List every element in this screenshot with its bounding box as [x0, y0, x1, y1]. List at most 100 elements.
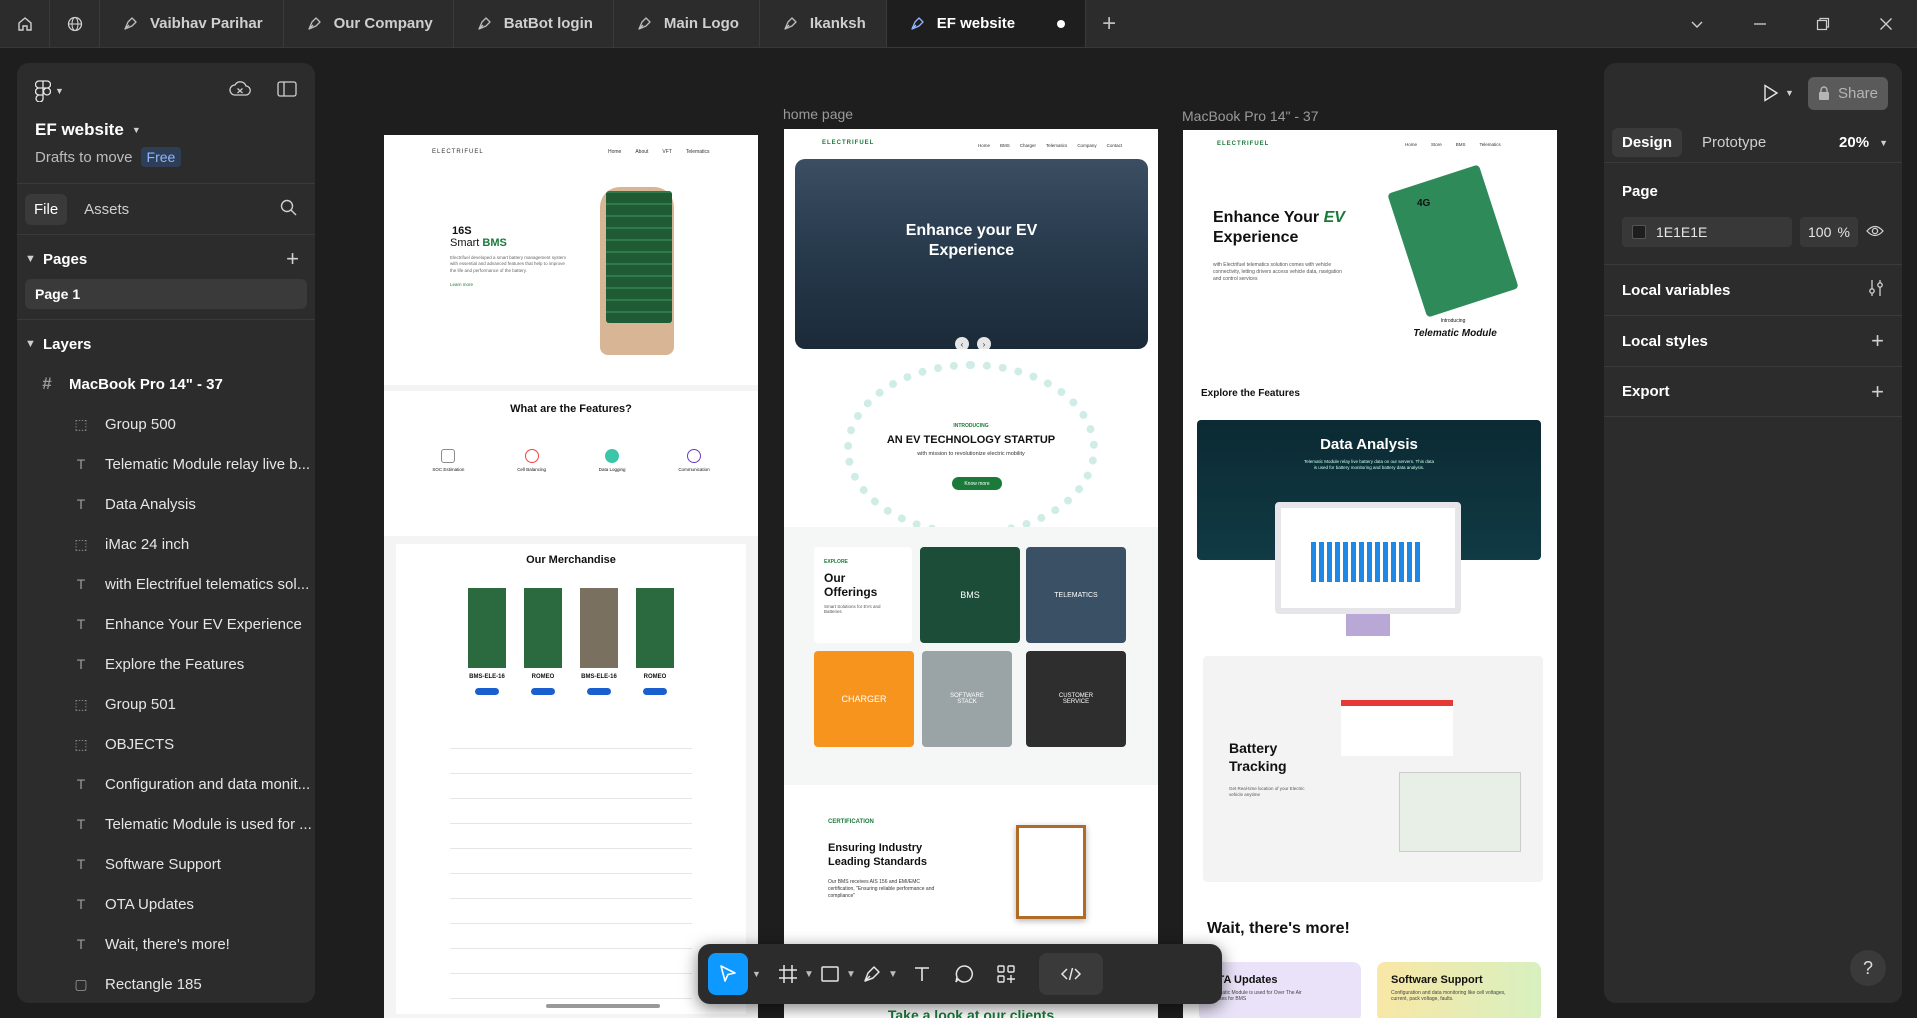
- artboard-bms[interactable]: ELECTRIFUEL Home About VFT Telematics 16…: [384, 135, 758, 1018]
- nav-menu: Home Store BMS Telematics: [1405, 142, 1501, 147]
- nav-item: VFT: [662, 149, 672, 155]
- carousel-prev-icon[interactable]: ‹: [955, 337, 969, 349]
- tab-assets[interactable]: Assets: [75, 194, 138, 225]
- carousel-next-icon[interactable]: ›: [977, 337, 991, 349]
- text-tool[interactable]: [903, 953, 941, 995]
- tab-file[interactable]: File: [25, 193, 68, 225]
- layer-item[interactable]: T Wait, there's more!: [17, 924, 315, 964]
- layer-item[interactable]: T Explore the Features: [17, 644, 315, 684]
- background-color-field[interactable]: 1E1E1E: [1622, 217, 1792, 247]
- card-bms[interactable]: BMS: [920, 547, 1020, 643]
- add-page-button[interactable]: +: [286, 246, 299, 272]
- file-title[interactable]: EF website ▼: [17, 119, 315, 141]
- nav-item: Contact: [1106, 143, 1123, 148]
- layer-item[interactable]: T Enhance Your EV Experience: [17, 604, 315, 644]
- collapse-caret-icon[interactable]: ▼: [25, 253, 43, 265]
- frame-tool[interactable]: ▼: [777, 953, 815, 995]
- layer-item[interactable]: T Telematic Module relay live b...: [17, 444, 315, 484]
- layer-item[interactable]: ▢ Rectangle 185: [17, 964, 315, 1003]
- chevron-down-icon: ▼: [131, 125, 141, 135]
- card-software[interactable]: SOFTWARE STACK: [922, 651, 1012, 747]
- nav-item: Company: [1077, 143, 1097, 148]
- artboard-macbook[interactable]: ELECTRIFUEL Home Store BMS Telematics En…: [1183, 130, 1557, 1018]
- collapse-caret-icon[interactable]: ▼: [25, 338, 43, 350]
- tab-4[interactable]: Ikanksh: [760, 0, 887, 47]
- group-icon: ⬚: [74, 735, 88, 752]
- tab-label: Vaibhav Parihar: [150, 15, 263, 32]
- cursor-arrow-icon: [720, 965, 736, 982]
- tab-3[interactable]: Main Logo: [614, 0, 760, 47]
- rectangle-icon: ▢: [74, 975, 88, 992]
- layer-frame[interactable]: # MacBook Pro 14" - 37: [17, 364, 315, 404]
- share-button[interactable]: Share: [1807, 76, 1888, 110]
- community-globe-icon[interactable]: [50, 0, 100, 47]
- actions-tool[interactable]: [987, 953, 1025, 995]
- minimize-button[interactable]: [1728, 0, 1791, 47]
- shape-tool[interactable]: ▼: [819, 953, 857, 995]
- layer-item[interactable]: T Telematic Module is used for ...: [17, 804, 315, 844]
- move-tool[interactable]: [708, 953, 748, 995]
- tab-2[interactable]: BatBot login: [454, 0, 614, 47]
- layer-item[interactable]: T Software Support: [17, 844, 315, 884]
- tabs-dropdown-icon[interactable]: [1665, 0, 1728, 47]
- visibility-eye-icon[interactable]: [1866, 224, 1884, 241]
- home-icon[interactable]: [0, 0, 50, 47]
- close-window-button[interactable]: [1854, 0, 1917, 47]
- ota-card: OTA Updates Telematic Module is used for…: [1199, 962, 1361, 1018]
- background-opacity-field[interactable]: 100 %: [1800, 217, 1858, 247]
- background-hex[interactable]: 1E1E1E: [1656, 224, 1707, 240]
- layer-item[interactable]: Twith Electrifuel telematics sol...: [17, 564, 315, 604]
- new-tab-button[interactable]: +: [1086, 0, 1132, 47]
- search-icon[interactable]: [280, 199, 297, 220]
- nav-item: Charger: [1019, 143, 1037, 148]
- pen-tool[interactable]: ▼: [861, 953, 899, 995]
- frame-label-home[interactable]: home page: [783, 106, 853, 122]
- main-menu-button[interactable]: ▼: [35, 80, 64, 102]
- product-name: ROMEO: [643, 674, 667, 680]
- export-row[interactable]: Export +: [1604, 366, 1902, 417]
- artboard-home-page[interactable]: ELECTRIFUEL Home BMS Charger Telematics …: [784, 129, 1158, 1018]
- sliders-icon[interactable]: [1868, 277, 1884, 303]
- dev-mode-toggle[interactable]: [1038, 953, 1103, 995]
- zoom-dropdown[interactable]: 20% ▼: [1839, 134, 1888, 151]
- card-charger[interactable]: CHARGER: [814, 651, 914, 747]
- layer-item[interactable]: ⬚ iMac 24 inch: [17, 524, 315, 564]
- present-button[interactable]: ▼: [1763, 84, 1794, 102]
- tab-label: EF website: [936, 15, 1016, 32]
- tab-0[interactable]: Vaibhav Parihar: [100, 0, 284, 47]
- layer-item[interactable]: ⬚ OBJECTS: [17, 724, 315, 764]
- layer-item[interactable]: ⬚ Group 500: [17, 404, 315, 444]
- layer-item[interactable]: ⬚ Group 501: [17, 684, 315, 724]
- add-style-button[interactable]: +: [1871, 328, 1884, 354]
- chevron-down-icon[interactable]: ▼: [752, 969, 761, 979]
- cloud-offline-icon[interactable]: [229, 80, 251, 102]
- local-variables-row[interactable]: Local variables: [1604, 264, 1902, 315]
- opacity-value[interactable]: 100: [1808, 224, 1831, 240]
- layer-item[interactable]: T Data Analysis: [17, 484, 315, 524]
- restore-button[interactable]: [1791, 0, 1854, 47]
- color-swatch[interactable]: [1632, 225, 1646, 239]
- local-styles-row[interactable]: Local styles +: [1604, 315, 1902, 366]
- layer-item[interactable]: T Configuration and data monit...: [17, 764, 315, 804]
- software-title: Software Support: [1391, 974, 1483, 986]
- tab-design[interactable]: Design: [1612, 128, 1683, 157]
- card-telematics[interactable]: TELEMATICS: [1026, 547, 1126, 643]
- layer-item[interactable]: T OTA Updates: [17, 884, 315, 924]
- offer-label: EXPLORE: [824, 559, 848, 565]
- tab-bar: Vaibhav Parihar Our Company BatBot login Ma…: [0, 0, 1917, 48]
- frame-label-macbook[interactable]: MacBook Pro 14" - 37: [1182, 108, 1318, 124]
- toggle-sidebar-icon[interactable]: [277, 80, 297, 102]
- project-location[interactable]: Drafts to move: [35, 149, 133, 166]
- scrollbar[interactable]: [546, 1004, 660, 1008]
- tab-5[interactable]: EF website: [886, 0, 1087, 47]
- hero-body: with Electrifuel telematics solution com…: [1213, 262, 1342, 282]
- help-button[interactable]: ?: [1850, 950, 1886, 986]
- comment-tool[interactable]: [945, 953, 983, 995]
- tab-1[interactable]: Our Company: [284, 0, 454, 47]
- know-more-button[interactable]: Know more: [952, 477, 1002, 490]
- add-export-button[interactable]: +: [1871, 379, 1884, 405]
- page-item[interactable]: Page 1: [25, 279, 307, 309]
- tab-prototype[interactable]: Prototype: [1692, 128, 1776, 157]
- card-customer-service[interactable]: CUSTOMER SERVICE: [1026, 651, 1126, 747]
- layer-name: OBJECTS: [105, 735, 175, 753]
